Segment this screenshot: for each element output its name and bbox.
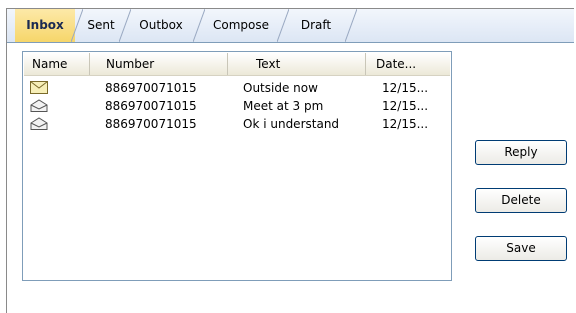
tab-sent[interactable]: Sent: [83, 9, 119, 42]
message-list[interactable]: Name Number Text Date... 886970071015 Ou…: [22, 51, 452, 281]
tab-separator: [345, 9, 357, 42]
message-row[interactable]: 886970071015 Ok i understand 12/15...: [24, 116, 450, 132]
tab-separator: [193, 9, 205, 42]
message-row[interactable]: 886970071015 Meet at 3 pm 12/15...: [24, 98, 450, 114]
column-header-text[interactable]: Text: [228, 53, 366, 75]
message-text: Ok i understand: [243, 117, 340, 131]
message-number: 886970071015: [105, 81, 197, 95]
column-header-date[interactable]: Date...: [366, 53, 452, 75]
message-number: 886970071015: [105, 99, 197, 113]
reply-button[interactable]: Reply: [475, 140, 567, 165]
message-date: 12/15...: [382, 81, 429, 95]
envelope-open-icon: [30, 99, 48, 112]
tab-compose[interactable]: Compose: [207, 9, 275, 42]
tab-draft[interactable]: Draft: [290, 9, 342, 42]
message-row[interactable]: 886970071015 Outside now 12/15...: [24, 80, 450, 96]
message-number: 886970071015: [105, 117, 197, 131]
column-header-number[interactable]: Number: [90, 53, 228, 75]
tab-separator: [71, 9, 83, 42]
delete-button[interactable]: Delete: [475, 188, 567, 213]
list-header: Name Number Text Date...: [24, 53, 450, 76]
column-header-name[interactable]: Name: [24, 53, 90, 75]
envelope-open-icon: [30, 117, 48, 130]
tab-outbox[interactable]: Outbox: [131, 9, 191, 42]
tab-separator: [119, 9, 131, 42]
tab-inbox[interactable]: Inbox: [15, 9, 75, 42]
tab-separator: [277, 9, 289, 42]
message-text: Meet at 3 pm: [243, 99, 324, 113]
message-date: 12/15...: [382, 117, 429, 131]
message-text: Outside now: [243, 81, 318, 95]
envelope-closed-icon: [30, 81, 48, 94]
message-date: 12/15...: [382, 99, 429, 113]
tab-bar: Inbox Sent Outbox Compose Draft: [7, 9, 574, 43]
save-button[interactable]: Save: [475, 236, 567, 261]
